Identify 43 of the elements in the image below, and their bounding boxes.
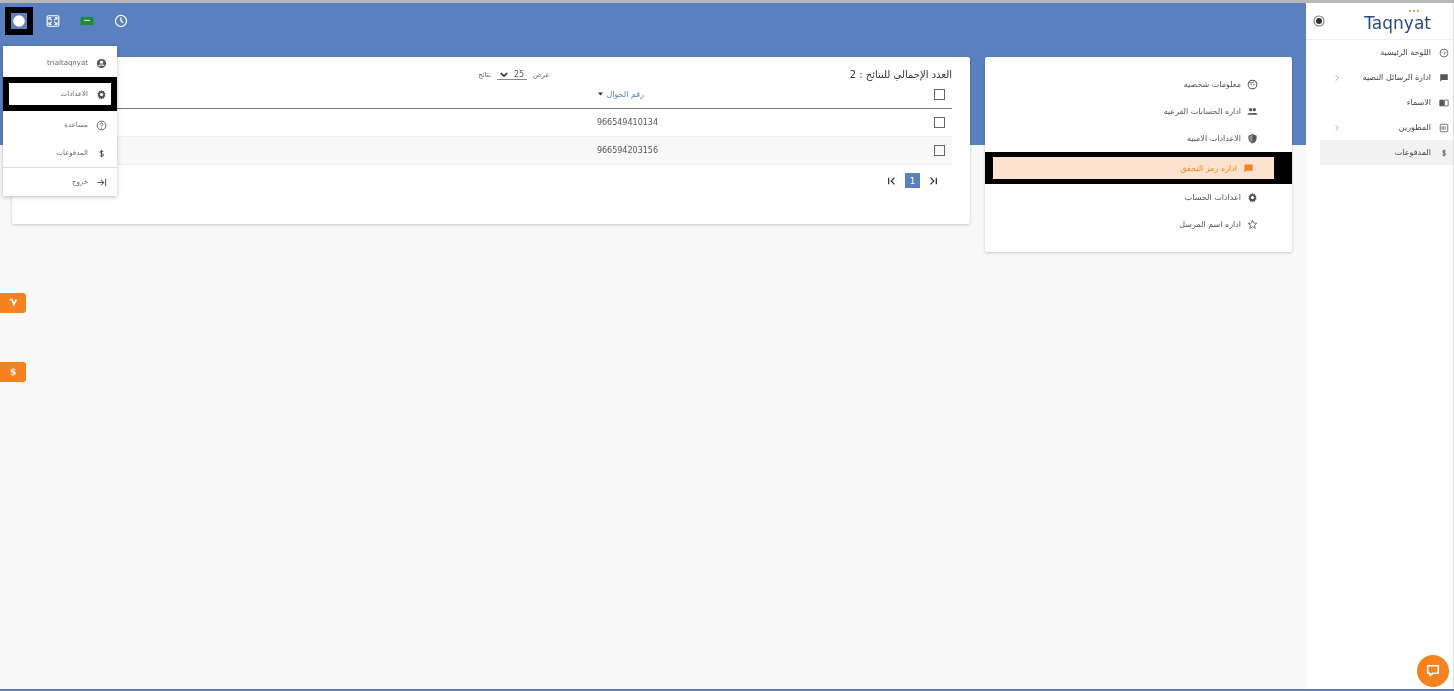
phone-cell: 966549410134 — [596, 118, 658, 127]
star-icon — [1247, 219, 1258, 230]
toggle-icon[interactable] — [1316, 18, 1322, 24]
first-page-icon[interactable] — [887, 175, 897, 186]
row-checkbox[interactable] — [934, 145, 945, 156]
column-header[interactable]: رقم الجوال — [598, 89, 644, 99]
settings-icon — [1247, 192, 1258, 203]
sidebar-item[interactable]: الاسماء — [1320, 90, 1453, 115]
sidebar-item[interactable]: ادارة الرسائل النصيه — [1320, 65, 1453, 90]
row-checkbox[interactable] — [934, 117, 945, 128]
page-button[interactable]: 1 — [905, 173, 920, 188]
settings-menu-item[interactable]: اداره اسم المرسل — [995, 211, 1278, 238]
phone-cell: 966594203156 — [596, 146, 658, 155]
clock-icon — [114, 14, 128, 28]
caret-icon — [499, 71, 508, 77]
message-icon — [1439, 72, 1449, 83]
message-icon — [1243, 162, 1254, 174]
sidebar-item[interactable]: المطورين — [1320, 115, 1453, 140]
help-icon — [96, 119, 107, 131]
book-icon — [1439, 97, 1449, 108]
page-size-select[interactable]: 25 — [496, 69, 528, 80]
people-icon — [1247, 106, 1258, 117]
settings-menu-item[interactable]: اداره الحسابات الفرعيه — [995, 98, 1278, 125]
dashboard-icon — [1439, 47, 1449, 58]
fullscreen-icon — [46, 14, 60, 28]
shield-icon — [1247, 133, 1258, 144]
dollar-icon — [1439, 147, 1449, 158]
logo-icon — [8, 298, 18, 308]
last-page-icon[interactable] — [928, 175, 938, 186]
brand-logo[interactable]: Taqnyat — [1364, 10, 1431, 32]
settings-menu-item[interactable]: اعدادات الحساب — [995, 184, 1278, 211]
settings-menu-item[interactable]: الاعدادات الامنيه — [995, 125, 1278, 152]
api-icon — [1439, 122, 1449, 133]
settings-menu-item[interactable]: معلومات شخصيه — [995, 71, 1278, 98]
logout-icon — [96, 176, 107, 188]
select-all-checkbox[interactable] — [934, 88, 945, 100]
face-icon — [1247, 79, 1258, 90]
sidebar-item[interactable]: المدفوعات — [1320, 140, 1453, 165]
sidebar-item[interactable]: اللوحة الرئيسية — [1320, 40, 1453, 65]
flag-icon — [80, 14, 94, 28]
settings-icon — [96, 88, 107, 100]
account-button[interactable] — [5, 7, 33, 35]
results-total: العدد الإجمالي للنتائج : 2 — [849, 69, 952, 80]
